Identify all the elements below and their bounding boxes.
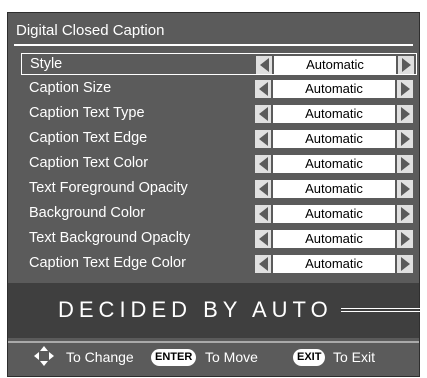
row-value: Automatic: [273, 180, 395, 198]
row-value: Automatic: [273, 80, 395, 98]
value-selector[interactable]: Automatic: [255, 205, 413, 223]
row-label: Style: [30, 56, 63, 72]
row-value: Automatic: [273, 130, 395, 148]
row-label: Caption Text Color: [29, 155, 149, 171]
value-selector[interactable]: Automatic: [255, 180, 413, 198]
arrow-right-icon[interactable]: [397, 180, 413, 198]
row-text-background-opacity[interactable]: Text Background Opaclty Automatic: [21, 228, 417, 250]
row-caption-text-edge[interactable]: Caption Text Edge Automatic: [21, 128, 417, 150]
row-label: Text Background Opaclty: [29, 230, 191, 246]
title-divider: [14, 44, 413, 46]
row-label: Caption Text Type: [29, 105, 145, 121]
arrow-left-icon[interactable]: [255, 80, 271, 98]
row-caption-text-color[interactable]: Caption Text Color Automatic: [21, 153, 417, 175]
row-value: Automatic: [273, 105, 395, 123]
row-label: Background Color: [29, 205, 146, 221]
value-selector[interactable]: Automatic: [255, 255, 413, 273]
row-background-color[interactable]: Background Color Automatic: [21, 203, 417, 225]
arrow-right-icon[interactable]: [397, 205, 413, 223]
row-style[interactable]: Style Automatic: [21, 53, 417, 75]
arrow-left-icon[interactable]: [255, 255, 271, 273]
closed-caption-menu: Digital Closed Caption Style Automatic C…: [7, 12, 427, 377]
row-value: Automatic: [273, 230, 395, 248]
description-area: DECIDED BY AUTO: [8, 283, 427, 338]
enter-key-badge: ENTER: [151, 349, 197, 366]
arrow-left-icon[interactable]: [255, 205, 271, 223]
row-caption-text-edge-color[interactable]: Caption Text Edge Color Automatic: [21, 253, 417, 275]
value-selector[interactable]: Automatic: [256, 56, 414, 74]
arrow-right-icon[interactable]: [397, 255, 413, 273]
arrow-right-icon[interactable]: [397, 155, 413, 173]
row-text-foreground-opacity[interactable]: Text Foreground Opacity Automatic: [21, 178, 417, 200]
arrow-left-icon[interactable]: [255, 130, 271, 148]
callout-line: [341, 308, 427, 312]
row-value: Automatic: [273, 155, 395, 173]
row-value: Automatic: [273, 205, 395, 223]
row-caption-text-type[interactable]: Caption Text Type Automatic: [21, 103, 417, 125]
value-selector[interactable]: Automatic: [255, 105, 413, 123]
arrow-right-icon[interactable]: [397, 230, 413, 248]
value-selector[interactable]: Automatic: [255, 230, 413, 248]
arrow-left-icon[interactable]: [256, 56, 272, 74]
value-selector[interactable]: Automatic: [255, 130, 413, 148]
arrow-right-icon[interactable]: [398, 56, 414, 74]
row-value: Automatic: [273, 255, 395, 273]
value-selector[interactable]: Automatic: [255, 80, 413, 98]
arrow-right-icon[interactable]: [397, 80, 413, 98]
row-label: Text Foreground Opacity: [29, 180, 188, 196]
value-selector[interactable]: Automatic: [255, 155, 413, 173]
hint-divider: [8, 341, 419, 343]
exit-key-badge: EXIT: [293, 349, 326, 366]
dpad-icon: [34, 346, 54, 366]
row-caption-size[interactable]: Caption Size Automatic: [21, 78, 417, 100]
arrow-left-icon[interactable]: [255, 155, 271, 173]
hint-change: To Change: [66, 349, 134, 365]
row-label: Caption Text Edge Color: [29, 255, 186, 271]
hint-exit: To Exit: [333, 349, 376, 365]
row-value: Automatic: [274, 56, 396, 74]
description-text: DECIDED BY AUTO: [58, 297, 333, 322]
arrow-right-icon[interactable]: [397, 130, 413, 148]
row-label: Caption Size: [29, 80, 112, 96]
hint-move: To Move: [205, 349, 258, 365]
menu-title: Digital Closed Caption: [16, 22, 165, 39]
arrow-left-icon[interactable]: [255, 180, 271, 198]
arrow-left-icon[interactable]: [255, 105, 271, 123]
arrow-right-icon[interactable]: [397, 105, 413, 123]
row-label: Caption Text Edge: [29, 130, 148, 146]
arrow-left-icon[interactable]: [255, 230, 271, 248]
